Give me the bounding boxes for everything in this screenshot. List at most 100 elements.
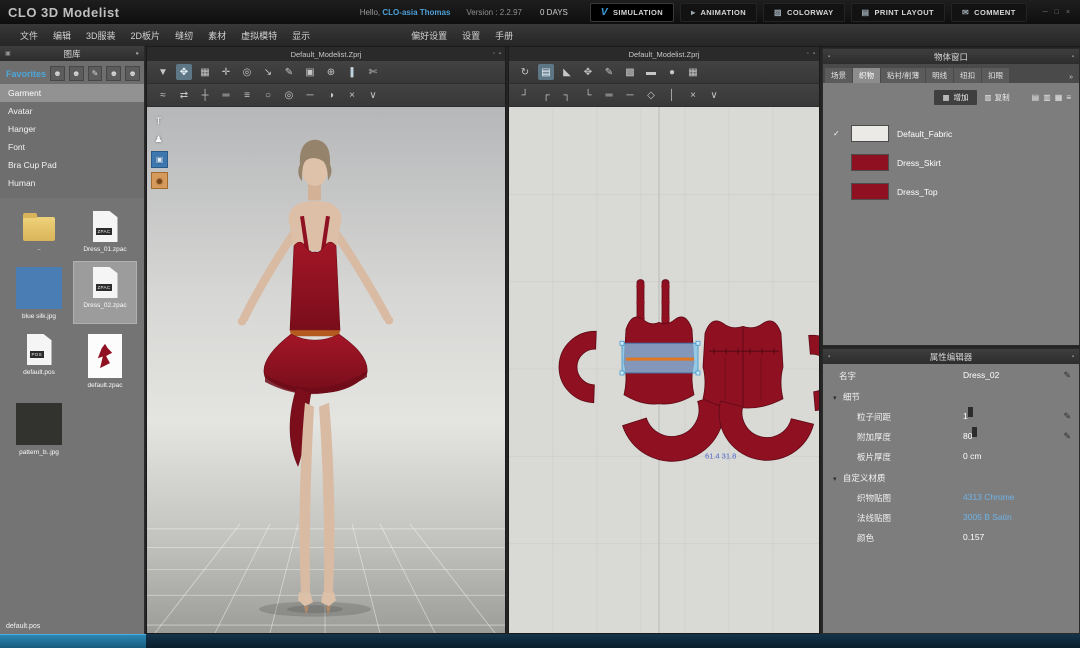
fabric-swatch[interactable] bbox=[851, 125, 889, 142]
corner-tool-icon[interactable]: ┐ bbox=[559, 87, 575, 103]
menu-manual[interactable]: 手册 bbox=[495, 29, 513, 42]
thumb-view-icon[interactable]: ▦ bbox=[1055, 93, 1063, 102]
texture-value-link[interactable]: 4313 Chrome bbox=[963, 492, 1057, 502]
pattern-selection[interactable] bbox=[620, 341, 700, 375]
hatch-tool-icon[interactable]: ▩ bbox=[622, 64, 638, 80]
fabric-row-dress-top[interactable]: Dress_Top bbox=[823, 177, 1079, 206]
file-item-pattern-jpg[interactable]: pattern_b..jpg bbox=[8, 398, 70, 459]
pen-icon[interactable]: ✎ bbox=[281, 64, 297, 80]
fabric-row-default[interactable]: ✓ Default_Fabric bbox=[823, 119, 1079, 148]
add-fabric-button[interactable]: ▦ 增加 bbox=[934, 90, 976, 105]
animation-mode-button[interactable]: ▸ ANIMATION bbox=[680, 3, 757, 22]
rect-select-icon[interactable]: ▦ bbox=[197, 64, 213, 80]
library-item-human[interactable]: Human bbox=[0, 174, 144, 192]
corner-tool-icon[interactable]: ┘ bbox=[517, 87, 533, 103]
avatar-filter-icon[interactable]: ☻ bbox=[50, 66, 65, 81]
pen-tool-icon[interactable]: ✎ bbox=[601, 64, 617, 80]
tab-topstitch[interactable]: 明线 bbox=[926, 68, 953, 83]
scissors-icon[interactable]: ✄ bbox=[365, 64, 381, 80]
show-garment-toggle-icon[interactable]: T bbox=[151, 113, 166, 128]
transform-icon[interactable]: ✛ bbox=[218, 64, 234, 80]
pattern-select-icon[interactable]: ▤ bbox=[538, 64, 554, 80]
target-tool-icon[interactable]: ◎ bbox=[281, 87, 297, 103]
library-item-garment[interactable]: Garment bbox=[0, 84, 144, 102]
add-icon[interactable]: ⊕ bbox=[323, 64, 339, 80]
collapse-tool-icon[interactable]: ∨ bbox=[365, 87, 381, 103]
show-face-toggle-icon[interactable]: ☻ bbox=[151, 172, 168, 189]
library-item-font[interactable]: Font bbox=[0, 138, 144, 156]
menu-preferences[interactable]: 偏好设置 bbox=[411, 29, 447, 42]
sphere-tool-icon[interactable]: ◑ bbox=[323, 87, 339, 103]
float-window-icon[interactable]: ▫ bbox=[807, 51, 809, 57]
avatar-filter-icon[interactable]: ☻ bbox=[125, 66, 140, 81]
flatten-tool-icon[interactable]: ═ bbox=[218, 87, 234, 103]
menu-edit[interactable]: 编辑 bbox=[53, 29, 71, 42]
minimize-icon[interactable]: ─ bbox=[1043, 9, 1048, 16]
simulation-mode-button[interactable]: V SIMULATION bbox=[590, 3, 674, 22]
grid-tool-icon[interactable]: ┼ bbox=[197, 87, 213, 103]
scene-3d[interactable]: T ♟ ▣ ☻ bbox=[147, 107, 505, 633]
print-layout-mode-button[interactable]: ▤ PRINT LAYOUT bbox=[851, 3, 946, 22]
show-avatar-toggle-icon[interactable]: ♟ bbox=[151, 132, 166, 147]
panel-pin-icon[interactable]: ● bbox=[135, 51, 139, 57]
menu-file[interactable]: 文件 bbox=[20, 29, 38, 42]
menu-view-icon[interactable]: ≡ bbox=[1066, 93, 1071, 102]
list-view-icon[interactable]: ▤ bbox=[1032, 93, 1040, 102]
section-detail[interactable]: ▾ 细节 bbox=[823, 384, 1079, 405]
copy-fabric-button[interactable]: ▥ 复制 bbox=[985, 92, 1010, 103]
swap-tool-icon[interactable]: ⇄ bbox=[176, 87, 192, 103]
panel-dock-icon[interactable]: ▪ bbox=[828, 54, 830, 60]
close-window-icon[interactable]: ▪ bbox=[499, 51, 501, 57]
pin-icon[interactable]: ◎ bbox=[239, 64, 255, 80]
edit-pencil-icon[interactable]: ✎ bbox=[1057, 431, 1071, 442]
menu-2d-pattern[interactable]: 2D板片 bbox=[131, 29, 161, 42]
additional-thickness-value[interactable]: 80 bbox=[963, 431, 972, 441]
fabric-swatch[interactable] bbox=[851, 183, 889, 200]
vline-tool-icon[interactable]: │ bbox=[664, 87, 680, 103]
file-item-parent-folder[interactable]: .. bbox=[8, 206, 70, 256]
name-value[interactable]: Dress_02 bbox=[963, 370, 1057, 380]
panel-pin-icon[interactable]: ▪ bbox=[1072, 354, 1074, 360]
panel-pin-icon[interactable]: ▪ bbox=[1072, 54, 1074, 60]
simulate-icon[interactable]: ▼ bbox=[155, 64, 171, 80]
corner-tool-icon[interactable]: └ bbox=[580, 87, 596, 103]
tab-buttonhole[interactable]: 扣眼 bbox=[982, 68, 1009, 83]
circle-tool-icon[interactable]: ● bbox=[664, 64, 680, 80]
menu-material[interactable]: 素材 bbox=[208, 29, 226, 42]
tab-fabric[interactable]: 织物 bbox=[853, 68, 880, 83]
diamond-tool-icon[interactable]: ◇ bbox=[643, 87, 659, 103]
favorites-link[interactable]: Favorites bbox=[6, 69, 46, 79]
equal-tool-icon[interactable]: ═ bbox=[601, 87, 617, 103]
panel-dock-icon[interactable]: ▪ bbox=[828, 354, 830, 360]
corner-tool-icon[interactable]: ┌ bbox=[538, 87, 554, 103]
float-window-icon[interactable]: ▫ bbox=[493, 51, 495, 57]
wave-tool-icon[interactable]: ≈ bbox=[155, 87, 171, 103]
menu-settings[interactable]: 设置 bbox=[462, 29, 480, 42]
sync-icon[interactable]: ↻ bbox=[517, 64, 533, 80]
pause-icon[interactable]: ∥ bbox=[344, 64, 360, 80]
close-window-icon[interactable]: ▪ bbox=[813, 51, 815, 57]
file-item-dress01[interactable]: ZPAC Dress_01.zpac bbox=[74, 206, 136, 256]
normal-map-value-link[interactable]: 3005 B Satin bbox=[963, 512, 1057, 522]
texture-icon[interactable]: ▣ bbox=[302, 64, 318, 80]
tab-button[interactable]: 纽扣 bbox=[954, 68, 981, 83]
avatar-filter-icon[interactable]: ☻ bbox=[69, 66, 84, 81]
tab-fuse[interactable]: 粘衬/削薄 bbox=[881, 68, 925, 83]
avatar-filter-icon[interactable]: ☻ bbox=[106, 66, 121, 81]
collapse-tool-icon[interactable]: ∨ bbox=[706, 87, 722, 103]
color-value[interactable]: 0.157 bbox=[963, 532, 1057, 542]
fabric-row-dress-skirt[interactable]: Dress_Skirt bbox=[823, 148, 1079, 177]
move-tool-icon[interactable]: ✥ bbox=[580, 64, 596, 80]
tab-scene[interactable]: 场景 bbox=[825, 68, 852, 83]
polygon-tool-icon[interactable]: ◣ bbox=[559, 64, 575, 80]
avatar-3d-scene[interactable] bbox=[147, 107, 505, 633]
menu-display[interactable]: 显示 bbox=[292, 29, 310, 42]
file-item-dress02-selected[interactable]: ZPAC Dress_02.zpac bbox=[74, 262, 136, 323]
circle-tool-icon[interactable]: ○ bbox=[260, 87, 276, 103]
menu-avatar[interactable]: 虚拟模特 bbox=[241, 29, 277, 42]
line-tool-icon[interactable]: ─ bbox=[622, 87, 638, 103]
line-tool-icon[interactable]: ─ bbox=[302, 87, 318, 103]
cut-tool-icon[interactable]: × bbox=[344, 87, 360, 103]
grid-tool-icon[interactable]: ▦ bbox=[685, 64, 701, 80]
close-icon[interactable]: × bbox=[1066, 9, 1070, 16]
